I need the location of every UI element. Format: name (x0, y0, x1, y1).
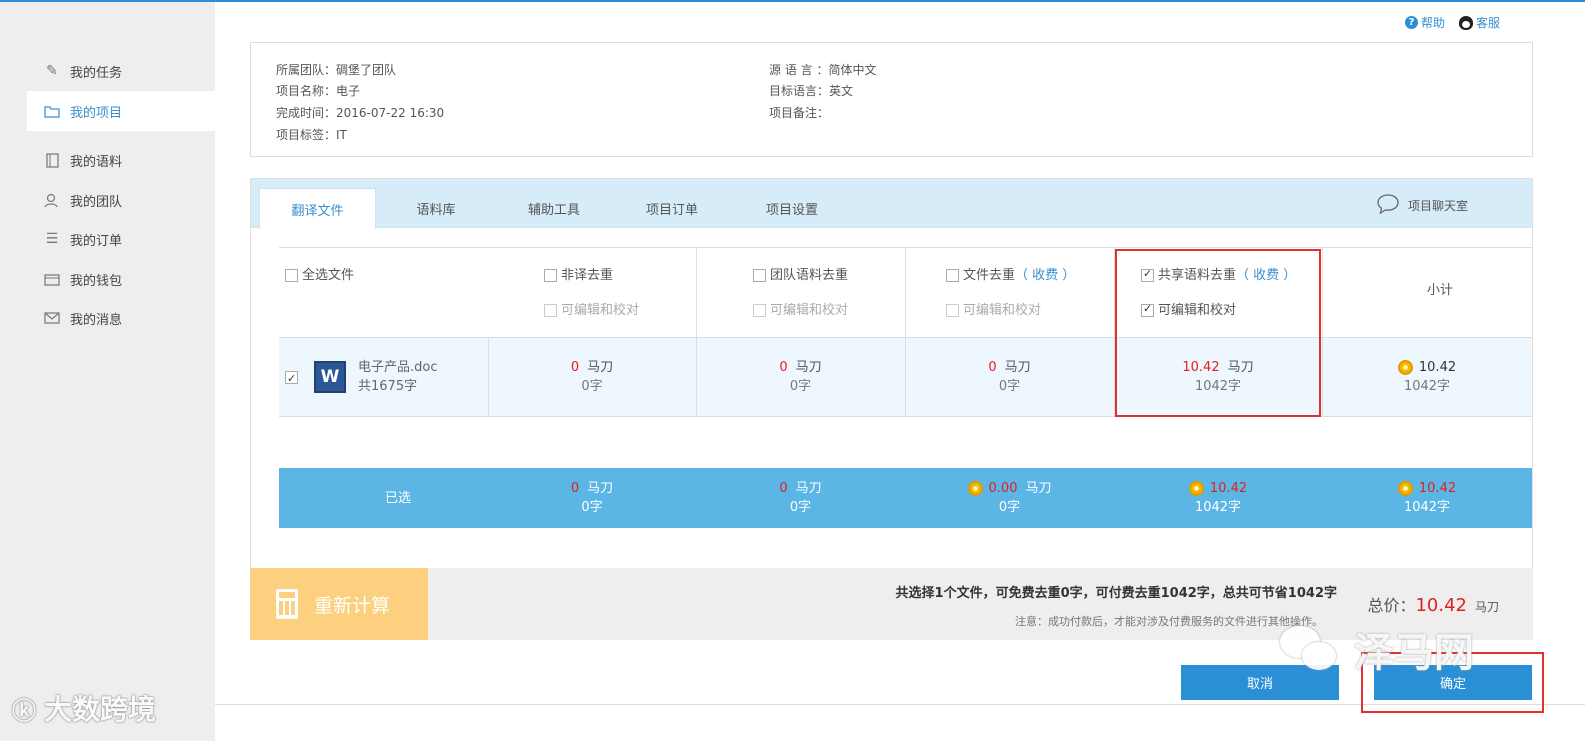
sidebar-item-wallet[interactable]: 我的钱包 (27, 259, 215, 299)
selected-col1: 0 马刀 0字 (570, 481, 614, 515)
file-info: 电子产品.doc 共1675字 (358, 358, 438, 396)
sidebar-item-corpus[interactable]: 我的语料 (27, 140, 215, 180)
info-team: 所属团队：碉堡了团队 (276, 63, 397, 77)
file-subtotal: 10.42 1042字 (1322, 338, 1532, 416)
coin-icon (1188, 481, 1204, 496)
notebook-icon (43, 152, 61, 168)
tab-orders[interactable]: 项目订单 (617, 188, 727, 228)
coin-icon (1397, 481, 1413, 496)
col3-editable[interactable]: 可编辑和校对 (946, 299, 1041, 318)
info-source-lang: 源 语 言 ：简体中文 (769, 63, 877, 77)
checkbox[interactable] (946, 269, 959, 282)
sidebar: ✎ 我的任务 我的项目 我的语料 我的团队 ☰ 我的订单 我的钱包 我的消息 (0, 2, 215, 741)
selection-summary: 共选择1个文件，可免费去重0字，可付费去重1042字，总共可节省1042字 (895, 586, 1337, 601)
tab-bar: 翻译文件 语料库 辅助工具 项目订单 项目设置 项目聊天室 (251, 179, 1532, 229)
selected-col4: 10.42 1042字 (1114, 468, 1322, 528)
selected-subtotal: 10.42 1042字 (1322, 468, 1532, 528)
recalculate-button[interactable]: 重新计算 (250, 568, 428, 640)
highlight-box (1115, 249, 1321, 417)
logo-icon: ⓚ (12, 697, 36, 725)
col-divider (696, 247, 697, 337)
top-accent-line (0, 0, 1585, 2)
chat-bubble-icon (1376, 193, 1400, 218)
checkbox[interactable] (946, 304, 959, 317)
question-icon: ? (1405, 16, 1418, 29)
file-word-count: 共1675字 (358, 379, 418, 394)
word-doc-icon: W (314, 361, 346, 393)
file-cell: W 电子产品.doc 共1675字 (279, 338, 488, 416)
payment-note: 注意：成功付款后，才能对涉及付费服务的文件进行其他操作。 (1015, 615, 1323, 628)
sidebar-item-label: 我的订单 (70, 233, 123, 249)
mail-icon (43, 310, 61, 326)
sidebar-item-label: 我的团队 (70, 194, 123, 210)
folder-icon (43, 103, 61, 119)
col2-editable[interactable]: 可编辑和校对 (753, 299, 848, 318)
col-subtotal: 小计 (1427, 283, 1454, 298)
sidebar-item-label: 我的语料 (70, 154, 123, 170)
sidebar-item-label: 我的任务 (70, 65, 123, 81)
tab-translation-files[interactable]: 翻译文件 (259, 188, 376, 229)
sidebar-item-team[interactable]: 我的团队 (27, 180, 215, 220)
checkbox[interactable] (544, 304, 557, 317)
info-name: 项目名称：电子 (276, 84, 361, 98)
col1-editable[interactable]: 可编辑和校对 (544, 299, 639, 318)
chat-room-link[interactable]: 项目聊天室 (1376, 193, 1468, 218)
file-col2: 0 马刀 0字 (779, 360, 822, 394)
sidebar-item-orders[interactable]: ☰ 我的订单 (27, 219, 215, 259)
sidebar-item-tasks[interactable]: ✎ 我的任务 (27, 51, 215, 91)
qq-icon (1459, 15, 1474, 30)
selected-col3: 0.00 马刀 0字 (905, 468, 1114, 528)
list-icon: ☰ (45, 231, 59, 247)
sidebar-item-projects[interactable]: 我的项目 (27, 91, 215, 131)
col-team-corpus-dedupe[interactable]: 团队语料去重 (753, 264, 848, 283)
info-target-lang: 目标语言：英文 (769, 84, 854, 98)
coin-icon (1397, 360, 1413, 375)
total-price: 总价：10.42 马刀 (1367, 595, 1499, 616)
help-link[interactable]: ? 帮助 (1405, 14, 1445, 31)
calculator-icon (276, 589, 298, 619)
checkbox[interactable] (753, 269, 766, 282)
selected-row: 已选 0 马刀 0字 0 马刀 0字 0.00 马刀 0字 10.42 1042字 1… (279, 468, 1532, 528)
service-link[interactable]: 客服 (1459, 14, 1500, 31)
info-tag: 项目标签：IT (276, 128, 347, 142)
info-remark: 项目备注： (769, 106, 830, 120)
info-finish-time: 完成时间：2016-07-22 16:30 (276, 106, 445, 120)
project-info: 所属团队：碉堡了团队 项目名称：电子 完成时间：2016-07-22 16:30… (250, 42, 1533, 157)
tab-tools[interactable]: 辅助工具 (499, 188, 609, 228)
select-all[interactable]: 全选文件 (285, 264, 354, 283)
col-nontranslate-dedupe[interactable]: 非译去重 (544, 264, 613, 283)
wechat-icon (1280, 624, 1340, 674)
wallet-icon (43, 271, 61, 287)
file-name[interactable]: 电子产品.doc (358, 358, 438, 377)
select-all-checkbox[interactable] (285, 269, 298, 282)
sidebar-item-label: 我的项目 (70, 105, 123, 121)
col-divider (905, 247, 906, 337)
file-col3: 0 马刀 0字 (988, 360, 1031, 394)
edit-icon: ✎ (46, 63, 58, 79)
sidebar-item-messages[interactable]: 我的消息 (27, 298, 215, 338)
col-divider (1322, 247, 1323, 337)
tab-corpus[interactable]: 语料库 (381, 188, 491, 228)
watermark-left: ⓚ 大数跨境 (12, 693, 157, 726)
file-checkbox[interactable] (285, 369, 298, 388)
header-links: ? 帮助 客服 (1405, 14, 1500, 31)
coin-icon (967, 481, 983, 496)
sidebar-item-label: 我的消息 (70, 312, 123, 328)
watermark-right: 泽马网 (1280, 620, 1474, 678)
checkbox[interactable] (544, 269, 557, 282)
selected-col2: 0 马刀 0字 (779, 481, 822, 515)
checkbox[interactable] (753, 304, 766, 317)
col-file-dedupe[interactable]: 文件去重（ 收费 ） (946, 264, 1075, 283)
team-icon (43, 192, 61, 208)
sidebar-item-label: 我的钱包 (70, 273, 123, 289)
file-col1: 0 马刀 0字 (570, 360, 614, 394)
tab-settings[interactable]: 项目设置 (737, 188, 847, 228)
file-row: W 电子产品.doc 共1675字 0马刀 0字 0马刀 0字 0马刀 0字 1… (279, 337, 1532, 417)
selected-label: 已选 (384, 490, 411, 506)
